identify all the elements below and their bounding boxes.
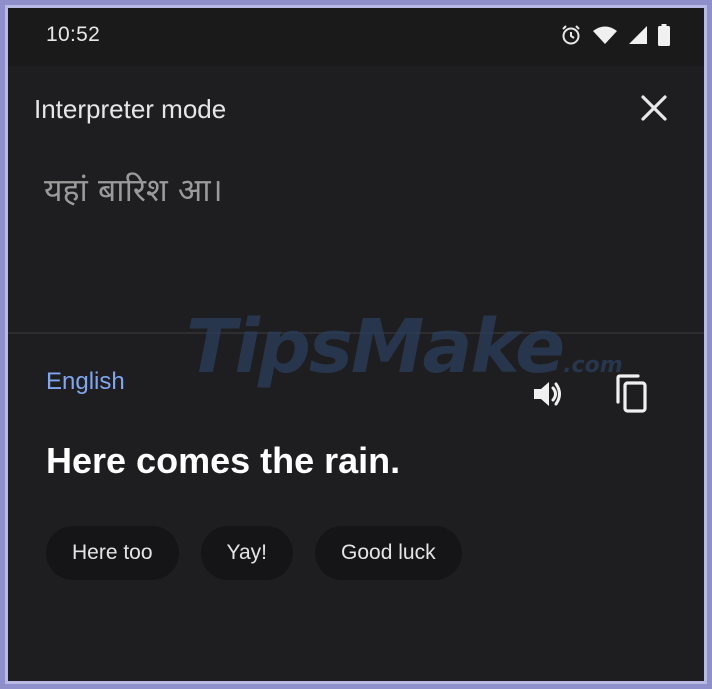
status-time: 10:52 bbox=[46, 23, 101, 46]
page-title: Interpreter mode bbox=[34, 94, 227, 124]
alarm-icon bbox=[560, 24, 582, 46]
copy-icon bbox=[616, 374, 647, 413]
suggestion-chip-here-too[interactable]: Here too bbox=[46, 526, 179, 580]
cell-signal-icon bbox=[628, 25, 648, 45]
close-icon bbox=[641, 95, 667, 121]
suggestion-chips: Here too Yay! Good luck bbox=[46, 526, 462, 580]
wifi-icon bbox=[592, 25, 618, 45]
close-button[interactable] bbox=[638, 92, 670, 124]
source-text: यहां बारिश आ। bbox=[44, 171, 223, 209]
suggestion-chip-good-luck[interactable]: Good luck bbox=[315, 526, 462, 580]
target-language-label[interactable]: English bbox=[46, 368, 125, 396]
header: Interpreter mode bbox=[8, 66, 704, 146]
suggestion-chip-yay[interactable]: Yay! bbox=[200, 526, 294, 580]
copy-button[interactable] bbox=[612, 372, 652, 416]
speak-button[interactable] bbox=[528, 374, 568, 414]
battery-icon bbox=[658, 24, 670, 46]
speaker-icon bbox=[534, 382, 561, 406]
source-panel: यहां बारिश आ। bbox=[8, 146, 704, 332]
status-icons bbox=[560, 24, 670, 46]
status-bar: 10:52 bbox=[8, 8, 704, 66]
target-panel: English Here comes the rain. Here too Ya… bbox=[8, 334, 704, 681]
translation-text: Here comes the rain. bbox=[46, 440, 401, 481]
app-frame: 10:52 Interpreter mode यहां बारिश आ। Eng… bbox=[5, 5, 707, 684]
